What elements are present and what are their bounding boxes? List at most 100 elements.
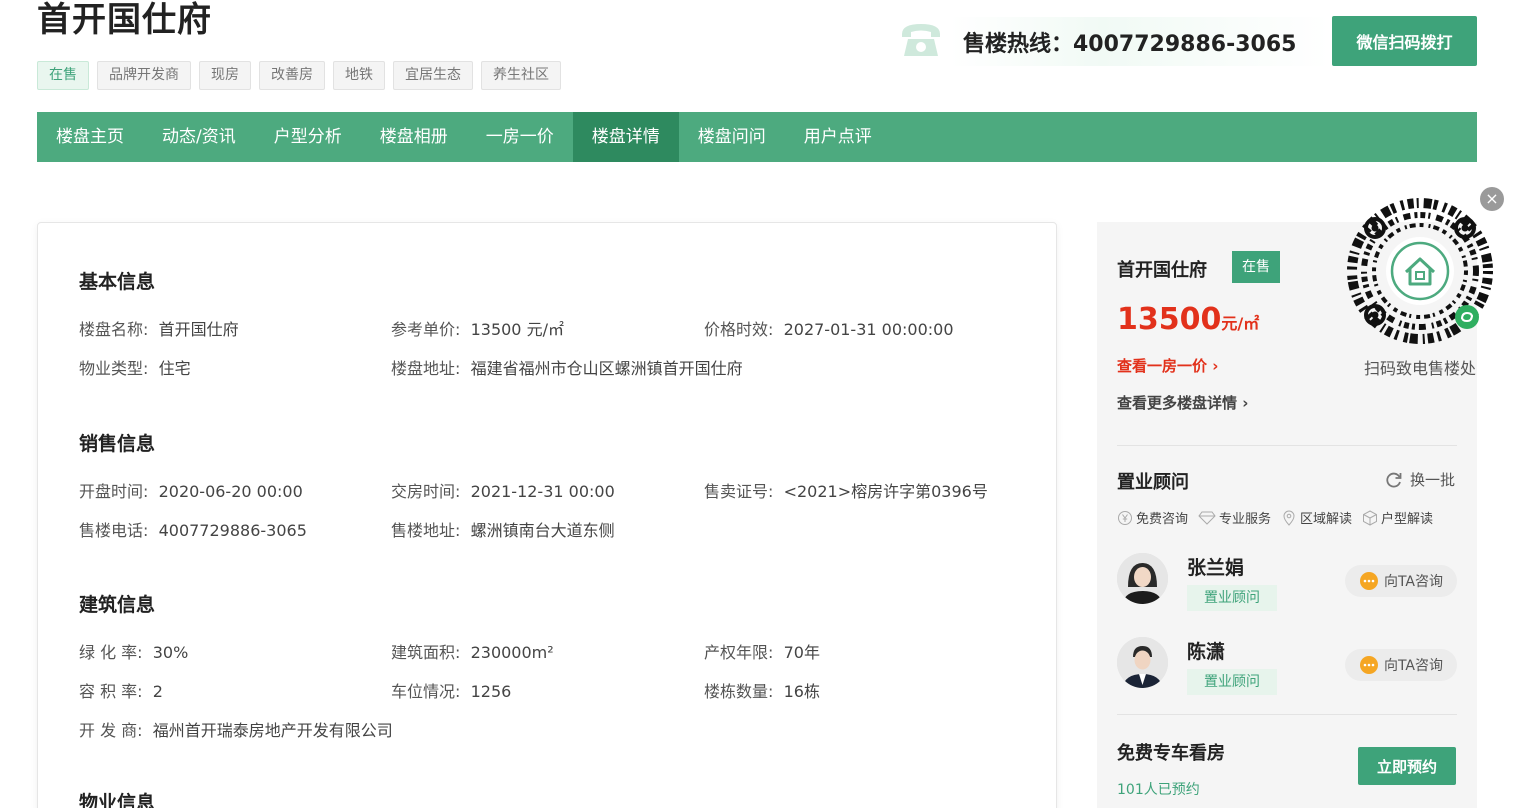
feature-label: 户型解读 [1381,512,1434,527]
location-icon [1283,510,1295,526]
divider [1117,714,1457,715]
qr-code-icon [1347,198,1493,344]
diamond-icon [1198,511,1216,525]
info-item-permit: 售卖证号: <2021>榕房许字第0396号 [704,480,988,504]
book-now-button[interactable]: 立即预约 [1358,747,1456,785]
advisor-section-title: 置业顾问 [1117,472,1189,493]
info-label: 楼盘地址: [391,359,461,378]
tag-on-sale: 在售 [37,61,89,90]
section-title-basic: 基本信息 [79,271,156,293]
advisor-features: 免费咨询 专业服务 区域解读 户型解读 [1117,508,1433,527]
info-item-sales-phone: 售楼电话: 4007729886-3065 [79,519,307,543]
main-nav: 楼盘主页 动态/资讯 户型分析 楼盘相册 一房一价 楼盘详情 楼盘问问 用户点评 [37,112,1477,162]
info-label: 售楼地址: [391,521,461,540]
yuan-icon [1118,510,1132,525]
info-item-unit-price: 参考单价: 13500 元/㎡ [391,318,564,342]
info-value: 螺洲镇南台大道东侧 [470,521,615,540]
info-item-building-count: 楼栋数量: 16栋 [704,680,820,704]
info-item-property-type: 物业类型: 住宅 [79,357,191,381]
booking-count: 101人已预约 [1117,782,1200,798]
info-label: 售楼电话: [79,521,149,540]
consult-button[interactable]: 向TA咨询 [1345,565,1457,597]
sales-hotline: 售楼热线：4007729886-3065 [950,17,1330,66]
advisor-photo [1117,637,1168,688]
info-value: 230000m² [470,643,554,662]
info-item-floor-area: 建筑面积: 230000m² [391,641,554,665]
info-item-price-validity: 价格时效: 2027-01-31 00:00:00 [704,318,954,342]
info-value: 4007729886-3065 [158,521,307,540]
nav-news[interactable]: 动态/资讯 [143,112,255,162]
consult-label: 向TA咨询 [1383,574,1444,590]
info-label: 交房时间: [391,482,461,501]
wechat-call-button[interactable]: 微信扫码拨打 [1332,16,1477,66]
info-item-plot-ratio: 容 积 率: 2 [79,680,163,704]
info-item-developer: 开 发 商: 福州首开瑞泰房地产开发有限公司 [79,719,393,743]
price-unit: 元/㎡ [1221,314,1260,333]
close-icon[interactable]: × [1480,187,1504,211]
info-item-tenure: 产权年限: 70年 [704,641,820,665]
phone-icon [902,24,940,56]
info-value: <2021>榕房许字第0396号 [783,482,988,501]
status-badge: 在售 [1232,251,1280,283]
nav-unit-prices[interactable]: 一房一价 [467,112,573,162]
refresh-icon [1386,472,1402,487]
nav-album[interactable]: 楼盘相册 [361,112,467,162]
info-label: 车位情况: [391,682,461,701]
tag-upgrade: 改善房 [259,61,325,90]
info-value: 30% [152,643,189,662]
info-label: 开盘时间: [79,482,149,501]
info-item-name: 楼盘名称: 首开国仕府 [79,318,239,342]
view-more-details-link[interactable]: 查看更多楼盘详情 › [1117,392,1248,413]
info-label: 绿 化 率: [79,643,143,662]
feature-free-consult: 免费咨询 [1117,508,1188,527]
nav-floorplans[interactable]: 户型分析 [255,112,361,162]
free-car-title: 免费专车看房 [1117,743,1225,764]
advisor-role: 置业顾问 [1187,669,1277,695]
advisor-card: 陈潇 置业顾问 向TA咨询 [1117,637,1457,697]
view-unit-prices-link[interactable]: 查看一房一价 › [1117,355,1218,376]
feature-label: 免费咨询 [1136,512,1189,527]
qr-caption: 扫码致电售楼处 [1363,359,1476,378]
info-value: 1256 [470,682,512,701]
advisor-name: 张兰娟 [1187,557,1245,579]
advisor-photo [1117,553,1168,604]
info-label: 楼盘名称: [79,320,149,339]
info-item-address: 楼盘地址: 福建省福州市仓山区螺洲镇首开国仕府 [391,357,743,381]
feature-layout-analysis: 户型解读 [1362,508,1433,527]
avatar[interactable] [1117,637,1168,688]
details-card: 基本信息 楼盘名称: 首开国仕府 参考单价: 13500 元/㎡ 价格时效: 2… [37,222,1057,808]
info-value: 2021-12-31 00:00 [470,482,615,501]
info-item-sales-address: 售楼地址: 螺洲镇南台大道东侧 [391,519,615,543]
info-value: 2027-01-31 00:00:00 [783,320,954,339]
info-label: 产权年限: [704,643,774,662]
chat-icon [1359,572,1378,590]
nav-qa[interactable]: 楼盘问问 [679,112,785,162]
info-label: 容 积 率: [79,682,143,701]
feature-area-analysis: 区域解读 [1281,508,1352,527]
nav-home[interactable]: 楼盘主页 [37,112,143,162]
feature-label: 区域解读 [1300,512,1353,527]
info-item-open-date: 开盘时间: 2020-06-20 00:00 [79,480,303,504]
chat-icon [1359,656,1378,674]
refresh-label: 换一批 [1410,471,1456,489]
nav-reviews[interactable]: 用户点评 [785,112,891,162]
info-item-delivery-date: 交房时间: 2021-12-31 00:00 [391,480,615,504]
tag-ready-house: 现房 [199,61,251,90]
info-item-parking: 车位情况: 1256 [391,680,511,704]
consult-button[interactable]: 向TA咨询 [1345,649,1457,681]
advisor-name: 陈潇 [1187,641,1226,663]
avatar[interactable] [1117,553,1168,604]
feature-label: 专业服务 [1219,512,1272,527]
refresh-advisors-button[interactable]: 换一批 [1384,469,1455,490]
nav-details[interactable]: 楼盘详情 [572,112,679,162]
sidebar-price: 13500元/㎡ [1117,302,1259,337]
section-title-property: 物业信息 [79,792,156,808]
advisor-card: 张兰娟 置业顾问 向TA咨询 [1117,553,1457,613]
info-label: 售卖证号: [704,482,774,501]
info-label: 开 发 商: [79,721,143,740]
feature-pro-service: 专业服务 [1198,508,1271,527]
info-label: 楼栋数量: [704,682,774,701]
section-title-building: 建筑信息 [79,594,156,616]
tag-brand-developer: 品牌开发商 [97,61,191,90]
sidebar-project-name: 首开国仕府 [1117,260,1207,281]
